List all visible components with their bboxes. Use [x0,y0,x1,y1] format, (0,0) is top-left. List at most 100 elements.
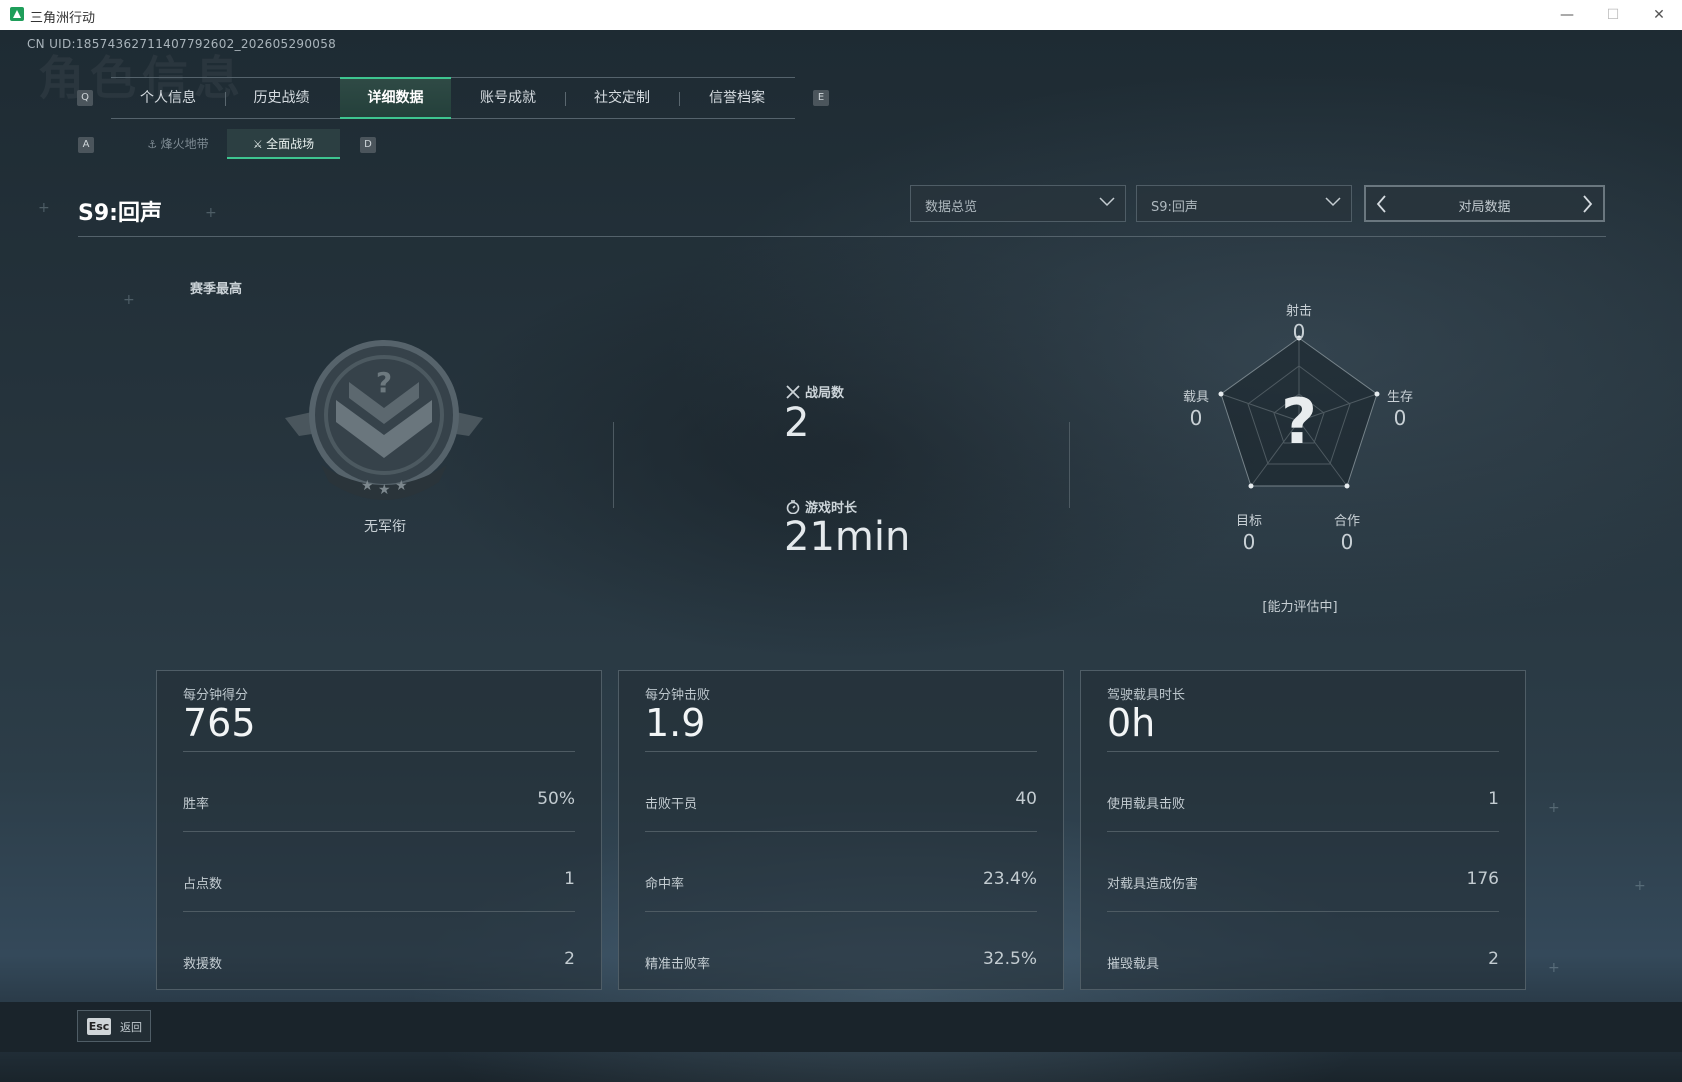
card-divider [183,911,575,912]
warfare-icon: ⚔ [252,138,267,151]
subtab-warfare-label: 全面战场 [266,137,315,151]
svg-text:★: ★ [361,478,374,494]
key-hint-e[interactable]: E [813,90,829,106]
ability-radar-chart: ? [1218,335,1380,489]
app-logo-icon [10,7,24,21]
panel-divider [1069,422,1070,508]
radar-unknown-mark: ? [1281,385,1317,458]
season-high-label: 赛季最高 [190,282,243,297]
svg-text:?: ? [376,366,392,399]
window-title: 三角洲行动 [30,11,96,26]
back-button[interactable]: Esc 返回 [77,1010,151,1042]
tab-credit[interactable]: 信誉档案 [679,78,795,118]
row-label: 摧毁载具 [1107,957,1160,972]
close-button[interactable]: ✕ [1636,0,1682,30]
decor-plus-icon: + [38,200,50,216]
decor-plus-icon: + [1548,960,1560,976]
window-titlebar: 三角洲行动 — ☐ ✕ [0,0,1682,30]
rank-name: 无军衔 [364,519,406,535]
card-value: 765 [183,701,256,745]
season-dropdown[interactable]: S9:回声 [1136,185,1352,222]
row-label: 救援数 [183,957,223,972]
svg-text:★: ★ [378,482,391,498]
game-screen: 角色信息 CN UID:18574362711407792602_2026052… [0,30,1682,1082]
subtab-hazard-zone[interactable]: ⚓ 烽火地带 [130,129,226,159]
card-value: 1.9 [645,701,706,745]
tab-history[interactable]: 历史战绩 [225,78,338,118]
row-label: 胜率 [183,797,210,812]
radar-value-shooting: 0 [1292,320,1306,344]
card-divider [645,831,1037,832]
card-divider [1107,831,1499,832]
radar-label-survival: 生存 [1386,390,1413,405]
row-label: 占点数 [183,877,223,892]
stopwatch-icon [786,500,800,514]
stat-card-score: 每分钟得分 765 胜率 50% 占点数 1 救援数 2 [156,670,602,990]
row-value: 40 [1015,789,1037,809]
user-uid: CN UID:18574362711407792602_202605290058 [27,37,337,51]
matches-value: 2 [784,400,810,446]
key-hint-q[interactable]: Q [77,90,93,106]
card-divider [645,911,1037,912]
row-value: 1 [1488,789,1499,809]
hazard-zone-icon: ⚓ [147,138,161,151]
radar-value-teamwork: 0 [1340,530,1354,554]
row-label: 击败干员 [645,797,698,812]
overview-dropdown[interactable]: 数据总览 [910,185,1126,222]
matches-label-text: 战局数 [805,386,845,401]
radar-label-teamwork: 合作 [1333,514,1360,529]
card-divider [183,831,575,832]
match-data-pager: 对局数据 [1364,185,1605,222]
card-divider [1107,911,1499,912]
chevron-down-icon [1099,197,1115,207]
minimize-button[interactable]: — [1544,0,1590,30]
key-hint-d[interactable]: D [360,137,376,153]
row-value: 2 [1488,949,1499,969]
subtab-warfare[interactable]: ⚔ 全面战场 [227,129,340,159]
chevron-right-icon[interactable] [1579,195,1595,213]
bottom-bar [0,1002,1682,1052]
back-label: 返回 [120,1021,142,1034]
row-label: 精准击败率 [645,957,711,972]
panel-divider [613,422,614,508]
stat-card-kills: 每分钟击败 1.9 击败干员 40 命中率 23.4% 精准击败率 32.5% [618,670,1064,990]
card-divider [183,751,575,752]
tab-profile[interactable]: 个人信息 [111,78,225,118]
stat-card-vehicle: 驾驶载具时长 0h 使用载具击败 1 对载具造成伤害 176 摧毁载具 2 [1080,670,1526,990]
card-divider [1107,751,1499,752]
tab-achievements[interactable]: 账号成就 [451,78,565,118]
esc-key-hint: Esc [87,1018,111,1035]
decor-plus-icon: + [1634,878,1646,894]
row-value: 50% [537,789,575,809]
subtab-hazard-label: 烽火地带 [160,137,209,151]
crossed-swords-icon [786,385,800,399]
row-label: 命中率 [645,877,685,892]
tab-social[interactable]: 社交定制 [565,78,679,118]
ability-eval-status: [能力评估中] [1262,600,1338,615]
row-value: 176 [1466,869,1499,889]
header-divider [78,236,1606,237]
playtime-value: 21min [784,514,911,560]
row-value: 2 [564,949,575,969]
main-tabs: 个人信息 历史战绩 详细数据 账号成就 社交定制 信誉档案 [111,77,795,119]
card-value: 0h [1107,701,1156,745]
season-title: S9:回声 [78,201,162,226]
card-divider [645,751,1037,752]
radar-label-shooting: 射击 [1285,304,1312,319]
tab-details[interactable]: 详细数据 [340,77,451,119]
matches-label: 战局数 [786,382,844,401]
radar-value-survival: 0 [1393,406,1407,430]
decor-plus-icon: + [1548,800,1560,816]
radar-value-objective: 0 [1242,530,1256,554]
row-label: 对载具造成伤害 [1107,877,1199,892]
decor-plus-icon: + [123,292,135,308]
pager-label: 对局数据 [1458,200,1511,215]
radar-value-vehicle: 0 [1189,406,1203,430]
svg-text:★: ★ [395,478,408,494]
radar-label-objective: 目标 [1235,514,1262,529]
maximize-button[interactable]: ☐ [1590,0,1636,30]
row-label: 使用载具击败 [1107,797,1186,812]
row-value: 1 [564,869,575,889]
key-hint-a[interactable]: A [78,137,94,153]
chevron-down-icon [1325,197,1341,207]
